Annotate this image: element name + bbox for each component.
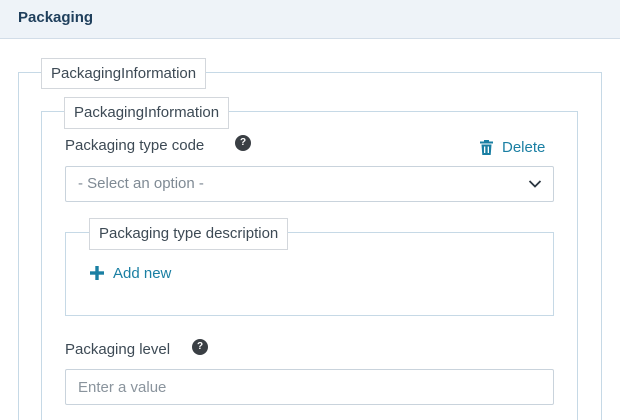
section-title: Packaging	[18, 9, 94, 26]
help-icon[interactable]: ?	[192, 339, 208, 355]
packaging-level-input[interactable]	[65, 369, 554, 405]
delete-button[interactable]: Delete	[480, 137, 545, 157]
chevron-down-icon	[528, 180, 542, 188]
packaging-level-label: Packaging level	[65, 341, 171, 358]
packaging-information-item-legend: PackagingInformation	[64, 97, 230, 129]
packaging-page: Packaging PackagingInformation Packaging…	[0, 0, 620, 420]
packaging-type-code-label: Packaging type code	[65, 137, 205, 154]
plus-icon	[90, 266, 104, 280]
packaging-type-description-legend: Packaging type description	[89, 218, 289, 250]
help-icon[interactable]: ?	[235, 135, 251, 151]
add-new-button[interactable]: Add new	[90, 263, 171, 283]
section-header: Packaging	[0, 0, 620, 39]
trash-icon	[480, 139, 493, 155]
packaging-type-code-select[interactable]: - Select an option -	[65, 166, 554, 202]
delete-label: Delete	[502, 138, 546, 156]
packaging-information-group-legend: PackagingInformation	[41, 58, 207, 89]
select-value: - Select an option -	[78, 175, 204, 192]
add-new-label: Add new	[113, 264, 172, 282]
